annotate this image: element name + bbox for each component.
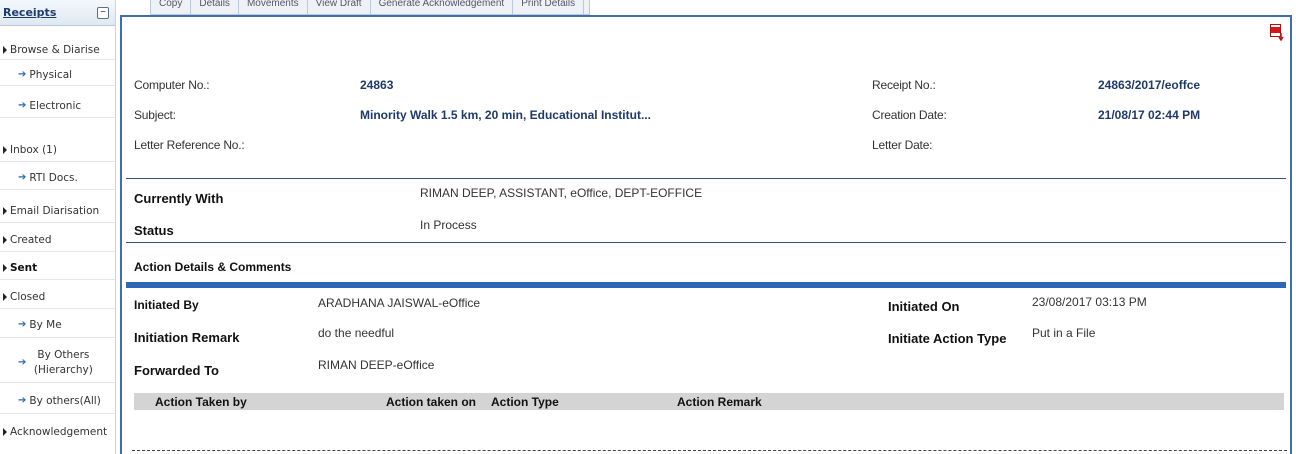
- initiated-by-value: ARADHANA JAISWAL-eOffice: [318, 296, 481, 310]
- forwarded-to-label: Forwarded To: [134, 363, 219, 378]
- status-value: In Process: [420, 218, 477, 232]
- action-table-header: Action Taken by Action taken on Action T…: [134, 393, 1284, 410]
- sidebar-item-browse-diarise[interactable]: Browse & Diarise: [0, 40, 115, 60]
- triangle-right-icon: [3, 235, 7, 244]
- divider: [126, 242, 1286, 243]
- col-action-taken-on[interactable]: Action taken on: [386, 395, 476, 409]
- section-bar: [126, 282, 1286, 288]
- divider: [126, 178, 1286, 179]
- sidebar-item-label: Closed: [10, 290, 46, 303]
- receipt-no-value: 24863/2017/eoffce: [1098, 78, 1201, 92]
- triangle-right-icon: [3, 428, 7, 436]
- sidebar-item-label: Physical: [29, 68, 73, 81]
- action-type-value: Put in a File: [1032, 326, 1096, 340]
- sidebar-item-label: Browse & Diarise: [10, 43, 100, 56]
- blue-arrow-icon: ➔: [18, 319, 27, 330]
- initiated-on-label: Initiated On: [888, 299, 960, 314]
- sidebar-item-acknowledgement[interactable]: Acknowledgement: [0, 420, 115, 444]
- initiated-by-label: Initiated By: [134, 298, 199, 312]
- status-label: Status: [134, 223, 174, 238]
- sidebar-item-label: Created: [10, 233, 52, 246]
- creation-date-value: 21/08/17 02:44 PM: [1098, 108, 1201, 122]
- letter-ref-label: Letter Reference No.:: [134, 138, 245, 152]
- receipt-no-label: Receipt No.:: [872, 78, 936, 92]
- tab-movements[interactable]: Movements: [239, 0, 308, 14]
- sidebar-item-label: By Me: [29, 318, 62, 331]
- tab-strip: Copy Details Movements View Draft Genera…: [150, 0, 590, 15]
- sidebar-item-by-others-all[interactable]: ➔ By others(All): [0, 388, 115, 414]
- subject-label: Subject:: [134, 108, 176, 122]
- triangle-right-icon: [3, 45, 7, 54]
- subject-value: Minority Walk 1.5 km, 20 min, Educationa…: [360, 108, 651, 122]
- col-action-remark[interactable]: Action Remark: [677, 395, 762, 409]
- sidebar-item-by-me[interactable]: ➔ By Me: [0, 312, 115, 338]
- blue-arrow-icon: ➔: [18, 172, 27, 183]
- initiation-remark-label: Initiation Remark: [134, 330, 240, 345]
- blue-arrow-icon: ➔: [18, 357, 27, 368]
- sidebar-item-label: Acknowledgement: [10, 426, 108, 438]
- sidebar-item-sent[interactable]: Sent: [0, 256, 115, 280]
- sidebar-item-by-others-hierarchy[interactable]: ➔ By Others (Hierarchy): [0, 343, 115, 383]
- blue-arrow-icon: ➔: [18, 100, 27, 111]
- letter-date-label: Letter Date:: [872, 138, 933, 152]
- col-action-taken-by[interactable]: Action Taken by: [155, 395, 247, 409]
- triangle-right-icon: [3, 206, 7, 215]
- tab-copy[interactable]: Copy: [151, 0, 192, 14]
- sidebar-item-label: Email Diarisation: [10, 204, 100, 217]
- sidebar-item-label: Inbox (1): [10, 143, 57, 156]
- tab-details[interactable]: Details: [191, 0, 239, 14]
- sidebar-item-label: Electronic: [29, 99, 82, 112]
- sidebar-item-label: Sent: [10, 261, 38, 274]
- blue-arrow-icon: ➔: [18, 395, 27, 406]
- sidebar-item-email-diarisation[interactable]: Email Diarisation: [0, 199, 115, 223]
- sidebar-item-inbox[interactable]: Inbox (1): [0, 138, 115, 162]
- tab-print-details[interactable]: Print Details: [513, 0, 585, 14]
- sidebar-item-electronic[interactable]: ➔ Electronic: [0, 94, 115, 118]
- tab-view-draft[interactable]: View Draft: [308, 0, 371, 14]
- triangle-right-icon: [3, 292, 7, 301]
- initiation-remark-value: do the needful: [318, 326, 395, 340]
- collapse-icon[interactable]: −: [97, 6, 109, 19]
- sidebar-item-created[interactable]: Created: [0, 228, 115, 252]
- sidebar-title[interactable]: Receipts: [3, 6, 56, 19]
- tab-generate-acknowledgement[interactable]: Generate Acknowledgement: [371, 0, 514, 14]
- currently-with-label: Currently With: [134, 191, 224, 206]
- action-section-title: Action Details & Comments: [134, 260, 292, 274]
- blue-arrow-icon: ➔: [18, 69, 27, 80]
- receipt-detail-panel: Computer No.: 24863 Subject: Minority Wa…: [120, 15, 1292, 454]
- sidebar-item-label: RTI Docs.: [29, 171, 78, 184]
- forwarded-to-value: RIMAN DEEP-eOffice: [318, 358, 435, 372]
- computer-no-value: 24863: [360, 78, 394, 92]
- initiated-on-value: 23/08/2017 03:13 PM: [1032, 295, 1147, 309]
- col-action-type[interactable]: Action Type: [491, 395, 559, 409]
- currently-with-value: RIMAN DEEP, ASSISTANT, eOffice, DEPT-EOF…: [420, 186, 703, 200]
- sidebar-item-rti-docs[interactable]: ➔ RTI Docs.: [0, 166, 115, 190]
- triangle-right-icon: [3, 145, 7, 154]
- triangle-right-icon: [3, 263, 7, 272]
- sidebar-item-label: By Others (Hierarchy): [33, 348, 93, 376]
- computer-no-label: Computer No.:: [134, 78, 210, 92]
- dashed-separator: [132, 450, 1287, 451]
- sidebar-item-closed[interactable]: Closed: [0, 285, 115, 309]
- sidebar-item-physical[interactable]: ➔ Physical: [0, 64, 115, 86]
- creation-date-label: Creation Date:: [872, 108, 947, 122]
- sidebar-item-label: By others(All): [29, 394, 101, 407]
- sidebar: Receipts − Browse & Diarise ➔ Physical ➔…: [0, 0, 116, 454]
- sidebar-header: Receipts −: [0, 0, 115, 26]
- pdf-export-icon[interactable]: [1270, 24, 1284, 42]
- action-type-label: Initiate Action Type: [888, 331, 1007, 346]
